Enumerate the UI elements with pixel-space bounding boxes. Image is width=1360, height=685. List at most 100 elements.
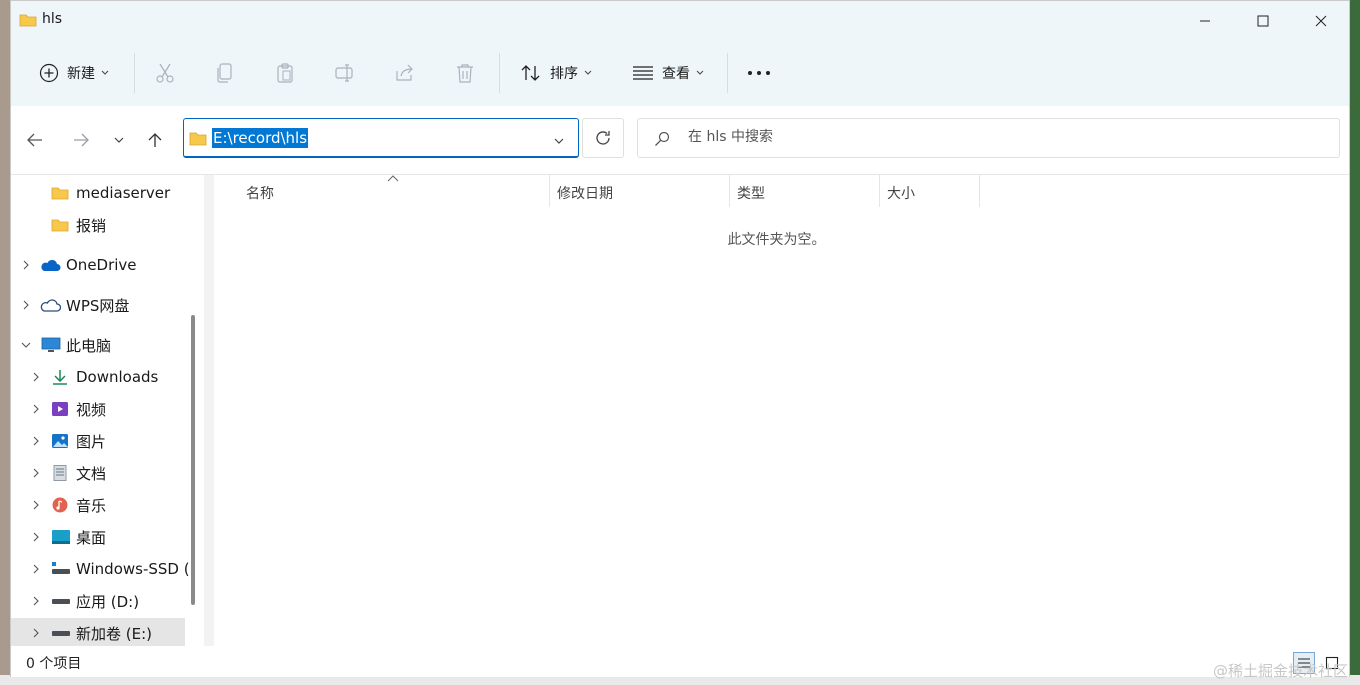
maximize-button[interactable] <box>1234 1 1292 41</box>
sidebar-item-windows-ssd[interactable]: Windows-SSD ( <box>11 554 190 584</box>
chevron-right-icon[interactable] <box>29 530 43 544</box>
chevron-right-icon[interactable] <box>29 562 43 576</box>
chevron-right-icon[interactable] <box>29 466 43 480</box>
chevron-right-icon[interactable] <box>29 434 43 448</box>
new-button[interactable]: 新建 <box>29 55 119 91</box>
maximize-icon <box>1257 15 1269 27</box>
sidebar-item-wps-drive[interactable]: WPS网盘 <box>11 290 185 320</box>
video-icon <box>52 402 68 416</box>
picture-icon <box>52 434 68 448</box>
sidebar-item-mediaserver[interactable]: mediaserver <box>11 178 185 208</box>
search-box[interactable] <box>637 118 1340 158</box>
paste-button[interactable] <box>267 55 303 91</box>
chevron-right-icon[interactable] <box>29 402 43 416</box>
sort-icon <box>521 65 540 81</box>
sidebar-item-documents[interactable]: 文档 <box>11 458 185 488</box>
folder-icon <box>51 187 69 200</box>
sidebar-scrollbar[interactable] <box>191 315 195 605</box>
arrow-right-icon <box>74 133 89 147</box>
sidebar-item-reimbursement[interactable]: 报销 <box>11 210 185 240</box>
sidebar-item-label: 图片 <box>76 432 107 451</box>
sidebar-item-label: OneDrive <box>66 256 137 274</box>
toolbar-separator <box>134 53 135 93</box>
chevron-down-icon[interactable] <box>554 133 564 149</box>
item-count: 0 个项目 <box>26 656 82 672</box>
more-options-button[interactable] <box>739 55 779 91</box>
rename-button[interactable] <box>327 55 363 91</box>
sidebar-item-downloads[interactable]: Downloads <box>11 362 185 392</box>
sidebar-item-label: 报销 <box>76 216 107 235</box>
sidebar-item-drive-d[interactable]: 应用 (D:) <box>11 586 185 616</box>
sidebar-item-label: 音乐 <box>76 496 107 515</box>
sidebar-item-label: 文档 <box>76 464 107 483</box>
chevron-down-icon[interactable] <box>19 338 33 352</box>
folder-icon <box>19 12 37 32</box>
close-icon <box>1315 15 1327 27</box>
sidebar-item-label: 视频 <box>76 400 107 419</box>
sort-label: 排序 <box>550 66 578 82</box>
sidebar-item-videos[interactable]: 视频 <box>11 394 185 424</box>
up-button[interactable] <box>139 124 171 156</box>
chevron-down-icon <box>584 70 592 75</box>
forward-button[interactable] <box>65 124 97 156</box>
copy-icon <box>217 63 232 83</box>
chevron-right-icon[interactable] <box>29 370 43 384</box>
sidebar-item-label: 新加卷 (E:) <box>76 624 153 643</box>
add-circle-icon <box>39 63 59 83</box>
file-list: 名称 修改日期 类型 大小 此文件夹为空。 <box>204 175 1349 646</box>
music-icon <box>52 497 68 513</box>
navigation-bar: E:\record\hls <box>11 106 1349 175</box>
address-path[interactable]: E:\record\hls <box>212 128 309 148</box>
sidebar-item-desktop[interactable]: 桌面 <box>11 522 185 552</box>
empty-folder-message: 此文件夹为空。 <box>727 232 826 248</box>
title-bar[interactable]: hls <box>11 1 1349 41</box>
sidebar-item-music[interactable]: 音乐 <box>11 490 185 520</box>
chevron-down-icon <box>114 137 124 143</box>
column-header-type[interactable]: 类型 <box>737 179 877 207</box>
delete-button[interactable] <box>447 55 483 91</box>
back-button[interactable] <box>19 124 51 156</box>
chevron-right-icon[interactable] <box>29 498 43 512</box>
chevron-right-icon[interactable] <box>19 258 33 272</box>
folder-icon <box>189 131 207 150</box>
column-separator[interactable] <box>729 175 730 207</box>
chevron-down-icon <box>696 70 704 75</box>
ellipsis-icon <box>748 71 770 75</box>
sort-button[interactable]: 排序 <box>511 55 601 91</box>
column-separator[interactable] <box>879 175 880 207</box>
sidebar-item-label: 应用 (D:) <box>76 592 140 611</box>
chevron-right-icon[interactable] <box>29 626 43 640</box>
view-label: 查看 <box>662 66 690 82</box>
recent-locations-button[interactable] <box>103 124 135 156</box>
new-label: 新建 <box>67 66 95 82</box>
column-header-name[interactable]: 名称 <box>246 179 546 207</box>
column-separator[interactable] <box>549 175 550 207</box>
command-bar: 新建 排序 查看 <box>11 41 1349 106</box>
chevron-right-icon[interactable] <box>29 594 43 608</box>
cut-button[interactable] <box>147 55 183 91</box>
sidebar-item-onedrive[interactable]: OneDrive <box>11 250 185 280</box>
onedrive-icon <box>41 259 61 271</box>
address-bar[interactable]: E:\record\hls <box>183 118 579 158</box>
copy-button[interactable] <box>207 55 243 91</box>
column-header-size[interactable]: 大小 <box>887 179 977 207</box>
background-left <box>0 0 10 685</box>
download-icon <box>53 370 67 385</box>
share-button[interactable] <box>387 55 423 91</box>
column-header-modified[interactable]: 修改日期 <box>557 179 727 207</box>
share-icon <box>396 64 413 81</box>
close-button[interactable] <box>1292 1 1350 41</box>
chevron-down-icon <box>101 70 109 75</box>
search-input[interactable] <box>686 128 1290 146</box>
minimize-button[interactable] <box>1176 1 1234 41</box>
window-title: hls <box>42 11 63 27</box>
sidebar-item-pictures[interactable]: 图片 <box>11 426 185 456</box>
arrow-left-icon <box>27 133 42 147</box>
refresh-button[interactable] <box>582 118 624 158</box>
sidebar-item-this-pc[interactable]: 此电脑 <box>11 330 185 360</box>
view-button[interactable]: 查看 <box>623 55 713 91</box>
column-separator[interactable] <box>979 175 980 207</box>
sidebar-item-drive-e[interactable]: 新加卷 (E:) <box>11 618 185 646</box>
chevron-right-icon[interactable] <box>19 298 33 312</box>
status-bar: 0 个项目 <box>11 647 1349 677</box>
